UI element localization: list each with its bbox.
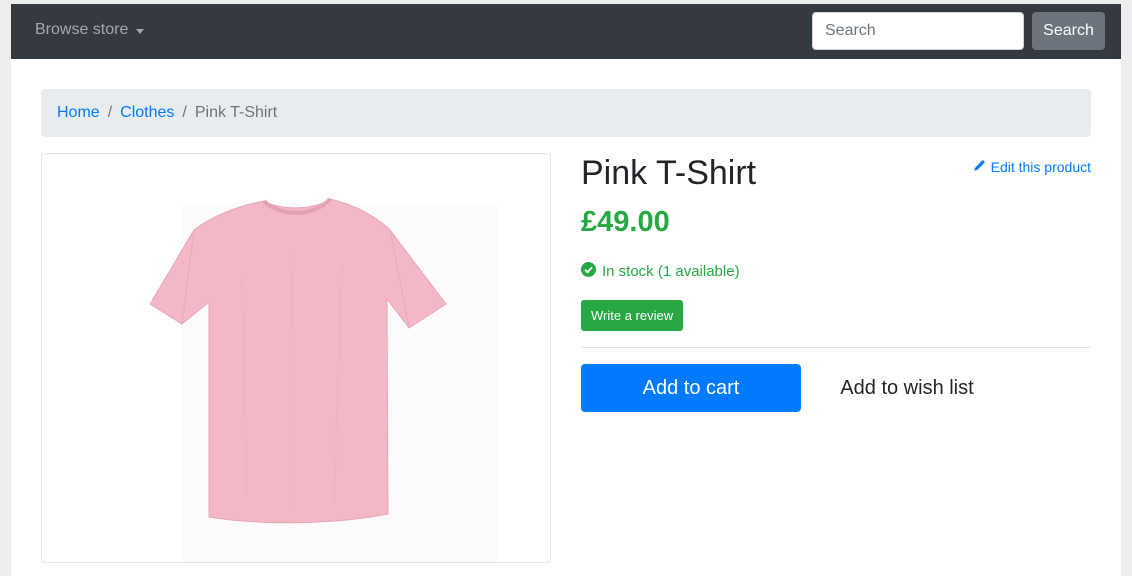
browse-store-label: Browse store [35, 21, 129, 38]
breadcrumb: Home / Clothes / Pink T-Shirt [41, 89, 1091, 137]
edit-product-label: Edit this product [990, 159, 1091, 175]
stock-status: In stock (1 available) [581, 262, 740, 281]
divider [581, 347, 1091, 348]
product-image-card [41, 153, 551, 563]
browse-store-dropdown[interactable]: Browse store [35, 21, 145, 39]
add-to-cart-button[interactable]: Add to cart [581, 364, 801, 412]
add-to-wishlist-button[interactable]: Add to wish list [817, 364, 997, 412]
breadcrumb-separator: / [182, 104, 187, 121]
stock-label: In stock (1 available) [602, 263, 740, 280]
search-input[interactable] [812, 12, 1024, 50]
product-price: £49.00 [581, 206, 670, 238]
breadcrumb-current: Pink T-Shirt [194, 104, 278, 121]
navbar: Browse store Search [11, 4, 1121, 59]
breadcrumb-home-link[interactable]: Home [57, 104, 100, 122]
caret-down-icon [136, 28, 145, 34]
page-frame: Browse store Search Home / Clothes / Pin… [11, 4, 1121, 576]
pencil-icon [973, 159, 986, 175]
search-button[interactable]: Search [1032, 12, 1105, 50]
breadcrumb-clothes-link[interactable]: Clothes [120, 104, 174, 122]
product-title: Pink T-Shirt [581, 154, 757, 192]
check-circle-icon [581, 262, 596, 281]
breadcrumb-separator: / [107, 104, 113, 121]
edit-product-link[interactable]: Edit this product [973, 159, 1091, 175]
write-review-button[interactable]: Write a review [581, 300, 684, 331]
product-image [149, 197, 498, 562]
